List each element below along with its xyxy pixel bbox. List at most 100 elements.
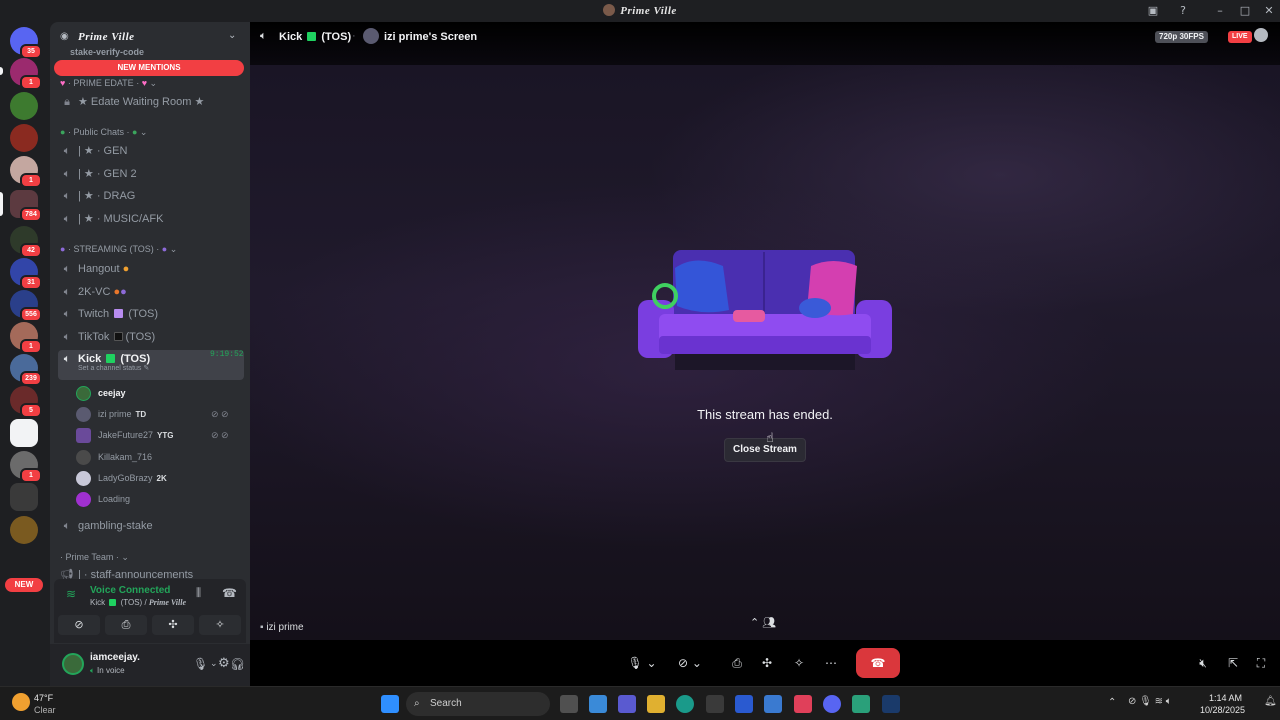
category-prime-edate[interactable]: ♥ · PRIME EDATE · ♥ ⌄ [60, 78, 157, 89]
activities-button[interactable]: ✣ [756, 648, 778, 678]
leave-call-button[interactable]: ☎ [856, 648, 900, 678]
help-icon[interactable]: ? [1175, 3, 1191, 19]
direct-messages-icon[interactable]: 35 [10, 27, 42, 59]
server-icon[interactable]: 42 [10, 226, 42, 258]
store-icon[interactable] [706, 695, 724, 713]
music-icon[interactable] [794, 695, 812, 713]
windows-start-icon[interactable] [381, 695, 399, 713]
voice-member-loading[interactable]: Loading [76, 490, 130, 508]
voice-channel-gen[interactable]: 🔈︎ | ★ · GEN [58, 141, 244, 161]
channel-partial[interactable]: stake-verify-code [70, 47, 144, 57]
app-icon[interactable] [852, 695, 870, 713]
category-public-chats[interactable]: ● · Public Chats · ● ⌄ [60, 127, 147, 138]
voice-member-izi-prime[interactable]: izi prime TD ⊘ ⊘ [76, 405, 229, 423]
expand-members-icon[interactable]: ⌃ 👥︎ [750, 616, 776, 629]
camera-button[interactable]: ⊘ ⌄ [668, 648, 712, 678]
voice-status[interactable]: Voice Connected [90, 585, 170, 596]
server-icon[interactable]: 1 [10, 58, 42, 90]
close-stream-button[interactable]: Close Stream [724, 438, 806, 462]
voice-member-ladygobrazy[interactable]: LadyGoBrazy 2K [76, 469, 167, 487]
teams-icon[interactable] [618, 695, 636, 713]
app-l-icon[interactable] [735, 695, 753, 713]
weather-temp[interactable]: 47°F [34, 693, 53, 703]
stream-stage [250, 65, 1280, 640]
steam-icon[interactable] [882, 695, 900, 713]
close-icon[interactable]: ✕ [1261, 3, 1277, 19]
weather-icon[interactable] [12, 693, 30, 711]
new-unreads-pill[interactable]: NEW [5, 578, 43, 592]
headphones-icon[interactable]: 🎧︎ [230, 657, 245, 671]
more-options-button[interactable]: ⋯ [820, 648, 842, 678]
share-screen-button[interactable]: ⎙ [105, 615, 147, 635]
voice-channel-2k-vc[interactable]: 🔈︎ 2K-VC ●● [58, 282, 244, 302]
screen-share-icon[interactable]: ▣ [1145, 3, 1161, 19]
user-avatar[interactable] [62, 653, 84, 675]
server-icon[interactable] [10, 124, 38, 152]
server-icon[interactable]: 31 [10, 258, 42, 290]
server-icon[interactable] [10, 516, 38, 544]
fullscreen-icon[interactable]: ⛶ [1250, 648, 1272, 678]
voice-channel-hangout[interactable]: 🔈︎ Hangout ● [58, 259, 244, 279]
share-screen-button[interactable]: ⎙ [726, 648, 748, 678]
category-prime-team[interactable]: · Prime Team · ⌄ [60, 552, 129, 563]
task-view-icon[interactable] [560, 695, 578, 713]
voice-channel-tiktok[interactable]: 🔈︎ TikTok (TOS) [58, 327, 244, 347]
voice-member-ceejay[interactable]: ceejay [76, 384, 126, 402]
app-icon[interactable] [764, 695, 782, 713]
voice-member-jakefuture27[interactable]: JakeFuture27 YTG ⊘ ⊘ [76, 426, 229, 444]
server-icon[interactable]: 1 [10, 451, 42, 483]
clock-date[interactable]: 10/28/2025 [1200, 705, 1245, 715]
voice-channel-gen2[interactable]: 🔈︎ | ★ · GEN 2 [58, 164, 244, 184]
new-mentions-pill[interactable]: NEW MENTIONS [54, 60, 244, 76]
minimize-icon[interactable]: – [1212, 3, 1228, 19]
microphone-button[interactable]: 🎙︎ ⌄ [620, 648, 664, 678]
voice-member-killakam[interactable]: Killakam_716 [76, 448, 152, 466]
server-icon[interactable] [10, 483, 38, 511]
file-explorer-icon[interactable] [647, 695, 665, 713]
disconnect-icon[interactable]: ☎ [222, 586, 237, 600]
chevron-down-icon[interactable]: ⌄ [228, 30, 236, 41]
maximize-icon[interactable]: □ [1237, 3, 1253, 19]
copilot-icon[interactable] [589, 695, 607, 713]
server-icon[interactable] [10, 419, 38, 447]
voice-channel-link[interactable]: Kick (TOS) / Prime Ville [90, 598, 186, 607]
gear-icon[interactable]: ⚙ [218, 655, 230, 671]
chat-bubble-icon[interactable] [1254, 28, 1268, 42]
activities-button[interactable]: ✣ [152, 615, 194, 635]
chevron-down-icon[interactable]: ⌄ [199, 659, 207, 670]
set-channel-status[interactable]: Set a channel status ✎ [78, 364, 149, 372]
tray-chevron-icon[interactable]: ⌃ [1108, 697, 1116, 708]
server-icon[interactable]: 239 [10, 354, 42, 386]
server-icon[interactable]: 1 [10, 322, 42, 354]
voice-channel-gambling-stake[interactable]: 🔈︎ gambling-stake [58, 516, 244, 536]
voice-channel-twitch[interactable]: 🔈︎ Twitch (TOS) [58, 304, 244, 324]
server-icon[interactable]: 556 [10, 290, 42, 322]
channel-staff-announcements[interactable]: 📢︎ | · staff-announcements [58, 565, 244, 581]
username[interactable]: iamceejay. [90, 652, 140, 663]
category-streaming[interactable]: ● · STREAMING (TOS) · ● ⌄ [60, 244, 177, 255]
taskbar-search[interactable]: ⌕ Search [406, 692, 550, 716]
tray-icons[interactable]: ⊘ 🎙︎ ≋ 🔈︎ [1128, 696, 1172, 707]
notification-icon[interactable]: 🔔︎ [1264, 696, 1277, 707]
discord-icon[interactable] [823, 695, 841, 713]
server-icon[interactable] [10, 92, 38, 120]
soundboard-button[interactable]: ✧ [199, 615, 241, 635]
soundboard-button[interactable]: ✧ [788, 648, 810, 678]
voice-channel-music[interactable]: 🔈︎ | ★ · MUSIC/AFK [58, 209, 244, 229]
pop-out-icon[interactable]: ⇱ [1222, 648, 1244, 678]
voice-channel-drag[interactable]: 🔈︎ | ★ · DRAG [58, 186, 244, 206]
stream-channel-name[interactable]: Kick (TOS) [279, 31, 351, 43]
speaker-icon: 🔈︎ [63, 331, 71, 343]
server-icon-prime-ville[interactable]: 784 [10, 190, 42, 222]
toggle-camera-button[interactable]: ⊘ [58, 615, 100, 635]
unread-badge: 31 [20, 275, 42, 290]
voice-channel-kick[interactable]: 🔈︎ Kick (TOS) 9:19:52 Set a channel stat… [58, 350, 244, 380]
clock-time[interactable]: 1:14 AM [1206, 693, 1242, 703]
edge-icon[interactable] [676, 695, 694, 713]
server-icon[interactable]: 1 [10, 156, 42, 188]
server-icon[interactable]: 5 [10, 386, 42, 418]
volume-muted-icon[interactable]: 🔇︎ [1192, 648, 1214, 678]
chevron-down-icon[interactable]: ⌄ [210, 658, 218, 669]
noise-suppression-icon[interactable]: ⫼ [196, 587, 201, 600]
channel-edate-waiting-room[interactable]: 🔒︎ ★ Edate Waiting Room ★ [58, 92, 244, 112]
